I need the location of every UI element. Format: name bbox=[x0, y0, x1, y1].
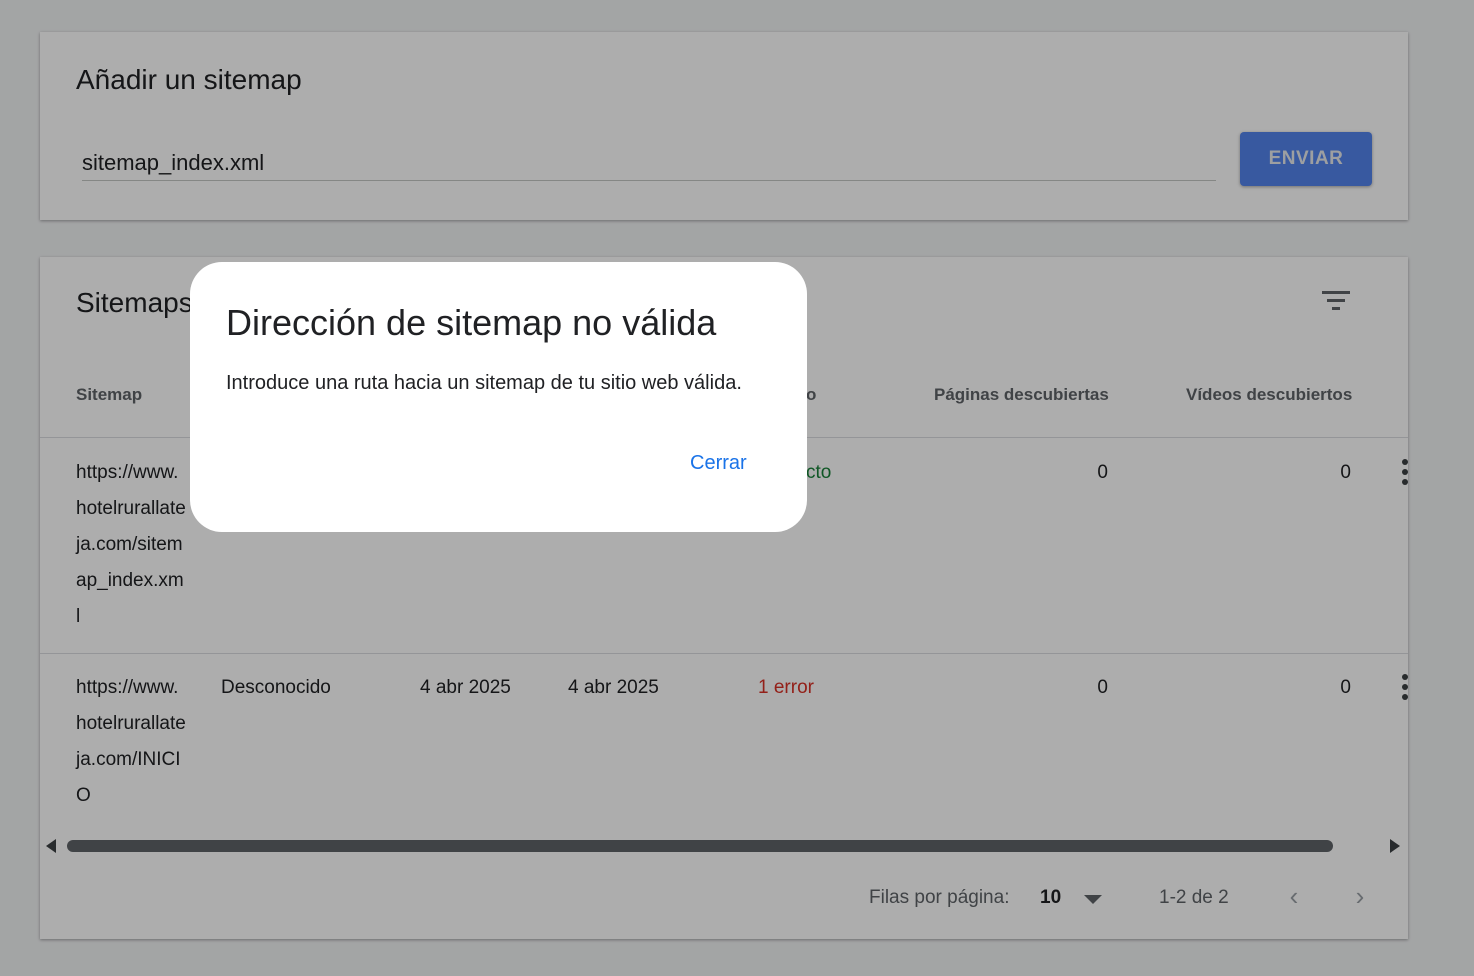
close-button[interactable]: Cerrar bbox=[676, 446, 761, 481]
invalid-sitemap-dialog: Dirección de sitemap no válida Introduce… bbox=[190, 262, 807, 532]
dialog-message: Introduce una ruta hacia un sitemap de t… bbox=[226, 372, 742, 394]
dialog-title: Dirección de sitemap no válida bbox=[226, 302, 717, 343]
